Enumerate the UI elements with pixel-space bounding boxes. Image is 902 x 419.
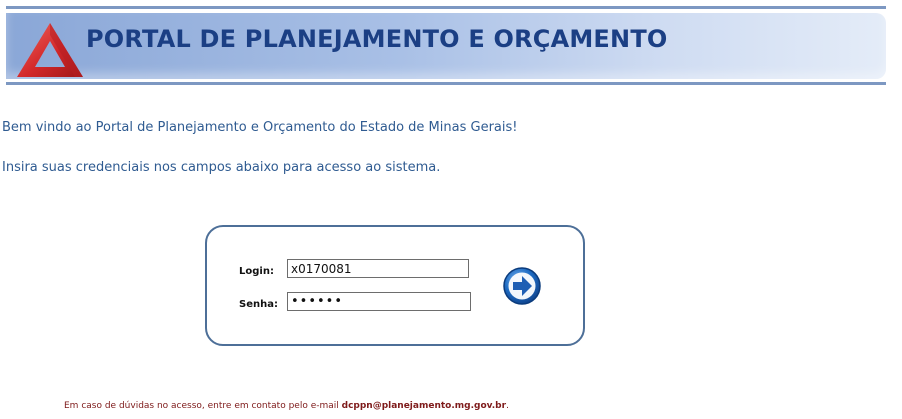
contact-email-link[interactable]: dcppn@planejamento.mg.gov.br bbox=[342, 401, 506, 411]
triangle-logo bbox=[17, 23, 83, 77]
login-label: Login: bbox=[239, 266, 274, 277]
header-bottom-rule bbox=[6, 82, 886, 85]
login-page: PORTAL DE PLANEJAMENTO E ORÇAMENTO Bem v… bbox=[0, 0, 902, 419]
login-input[interactable] bbox=[287, 259, 469, 278]
login-box: Login: Senha: bbox=[205, 225, 585, 346]
password-label: Senha: bbox=[239, 299, 278, 310]
arrow-right-icon[interactable] bbox=[502, 266, 542, 306]
contact-note-period: . bbox=[506, 401, 509, 411]
contact-note: Em caso de dúvidas no acesso, entre em c… bbox=[64, 401, 509, 411]
page-title: PORTAL DE PLANEJAMENTO E ORÇAMENTO bbox=[86, 25, 668, 53]
instructions-text: Insira suas credenciais nos campos abaix… bbox=[2, 160, 441, 175]
header-top-rule bbox=[6, 6, 886, 9]
contact-note-text: Em caso de dúvidas no acesso, entre em c… bbox=[64, 401, 342, 411]
welcome-text: Bem vindo ao Portal de Planejamento e Or… bbox=[2, 120, 518, 135]
password-input[interactable] bbox=[287, 292, 471, 311]
header-banner: PORTAL DE PLANEJAMENTO E ORÇAMENTO bbox=[6, 13, 886, 79]
